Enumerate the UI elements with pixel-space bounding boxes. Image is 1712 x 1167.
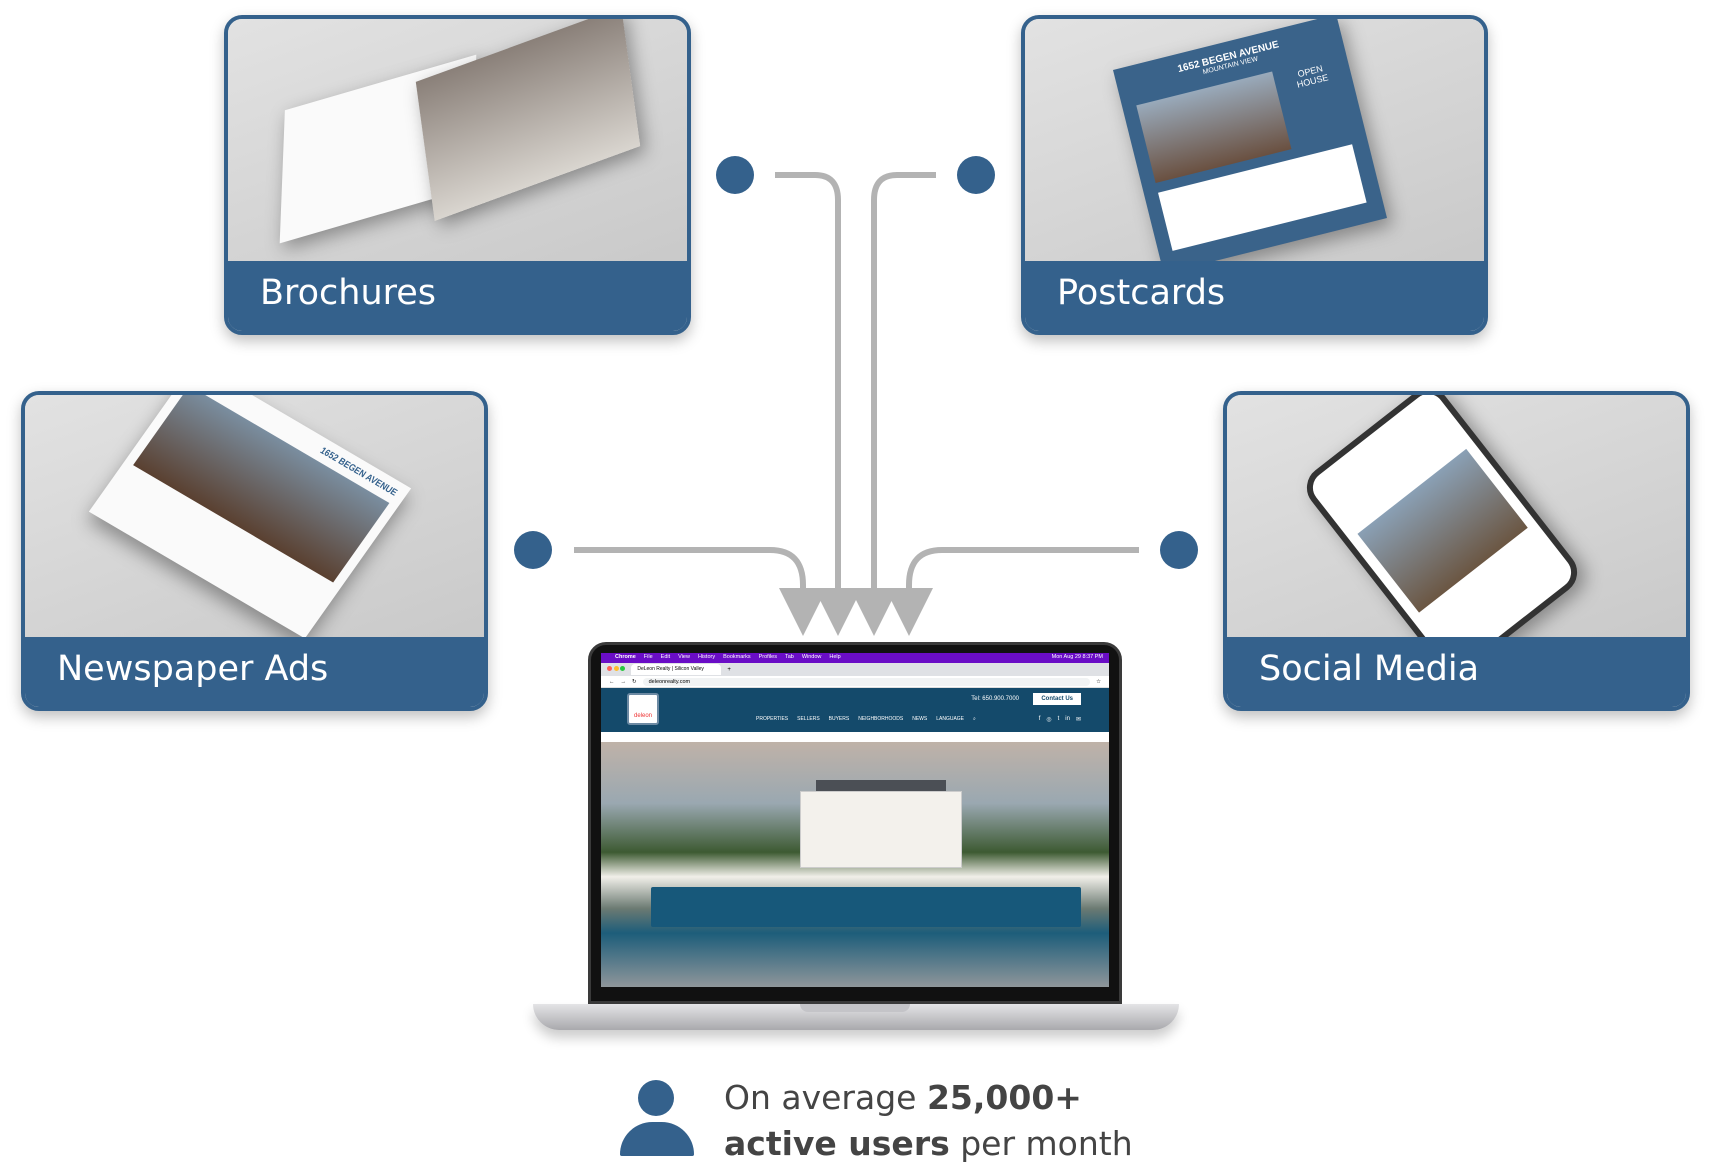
connector-postcards xyxy=(850,172,936,636)
nav-sellers[interactable]: SELLERS xyxy=(797,716,820,722)
menu-item[interactable]: File xyxy=(644,654,653,662)
card-newspaper-ads: 1652 BEGEN AVENUE Newspaper Ads xyxy=(21,391,488,711)
laptop-screen: Chrome File Edit View History Bookmarks … xyxy=(601,653,1109,987)
connector-social xyxy=(885,547,1139,636)
bullet-dot xyxy=(514,531,552,569)
wechat-icon[interactable]: ✉ xyxy=(1076,716,1081,723)
menu-item[interactable]: Bookmarks xyxy=(723,654,751,662)
brochure-image xyxy=(228,19,687,265)
social-links: f ◎ t in ✉ xyxy=(1039,716,1081,723)
back-icon[interactable]: ← xyxy=(609,679,615,685)
nav-buyers[interactable]: BUYERS xyxy=(829,716,850,722)
bullet-dot xyxy=(957,156,995,194)
address-bar: ← → ↻ deleonrealty.com ☆ xyxy=(601,676,1109,688)
stat-bold: active users xyxy=(724,1124,950,1163)
social-phone-image xyxy=(1227,395,1686,681)
linkedin-icon[interactable]: in xyxy=(1065,716,1070,723)
postcard-image: 1652 BEGEN AVENUE MOUNTAIN VIEW OPEN HOU… xyxy=(1025,19,1484,274)
bullet-dot xyxy=(1160,531,1198,569)
connector-newspaper xyxy=(574,547,827,636)
minimize-button[interactable] xyxy=(613,666,619,671)
menu-item[interactable]: View xyxy=(678,654,690,662)
mac-menubar: Chrome File Edit View History Bookmarks … xyxy=(601,653,1109,663)
bullet-dot xyxy=(716,156,754,194)
card-social-media: Social Media xyxy=(1223,391,1690,711)
menu-item[interactable]: Chrome xyxy=(615,654,636,662)
nav-properties[interactable]: PROPERTIES xyxy=(756,716,788,722)
menu-item[interactable]: Help xyxy=(829,654,840,662)
card-label: Social Media xyxy=(1227,637,1686,707)
instagram-icon[interactable]: ◎ xyxy=(1046,716,1051,723)
deleon-logo[interactable]: deleon xyxy=(627,693,659,725)
card-postcards: 1652 BEGEN AVENUE MOUNTAIN VIEW OPEN HOU… xyxy=(1021,15,1488,335)
site-nav: PROPERTIES SELLERS BUYERS NEIGHBORHOODS … xyxy=(756,716,976,722)
site-header: deleon Tel: 650.900.7000 Contact Us PROP… xyxy=(601,688,1109,732)
newspaper-image: 1652 BEGEN AVENUE xyxy=(25,395,484,641)
browser-tabbar: DeLeon Realty | Silicon Valley + xyxy=(601,663,1109,676)
nav-language[interactable]: LANGUAGE xyxy=(936,716,964,722)
forward-icon[interactable]: → xyxy=(621,679,627,685)
connector-brochures xyxy=(775,172,862,636)
laptop-notch xyxy=(800,1004,910,1012)
new-tab-icon[interactable]: + xyxy=(727,667,731,673)
reload-icon[interactable]: ↻ xyxy=(632,679,637,685)
menu-item[interactable]: Profiles xyxy=(759,654,777,662)
card-label: Postcards xyxy=(1025,261,1484,331)
hero-image xyxy=(601,742,1109,987)
card-brochures: Brochures xyxy=(224,15,691,335)
url-input[interactable]: deleonrealty.com xyxy=(642,677,1091,686)
stat-count: 25,000+ xyxy=(926,1078,1082,1117)
postcard-badge: OPEN HOUSE xyxy=(1295,63,1330,90)
card-label: Brochures xyxy=(228,261,687,331)
browser-tab[interactable]: DeLeon Realty | Silicon Valley xyxy=(631,664,722,675)
search-icon[interactable]: ⌕ xyxy=(973,716,976,722)
stat-prefix: On average xyxy=(724,1078,927,1117)
contact-us-button[interactable]: Contact Us xyxy=(1033,693,1081,705)
menu-item[interactable]: Tab xyxy=(785,654,794,662)
active-users-stat: On average 25,000+ active users per mont… xyxy=(724,1075,1133,1167)
card-label: Newspaper Ads xyxy=(25,637,484,707)
laptop: Chrome File Edit View History Bookmarks … xyxy=(588,642,1122,1004)
close-window-button[interactable] xyxy=(607,666,612,671)
menu-item[interactable]: Window xyxy=(802,654,822,662)
menu-item[interactable]: Edit xyxy=(661,654,670,662)
phone-number[interactable]: Tel: 650.900.7000 xyxy=(971,696,1019,702)
menu-item[interactable]: History xyxy=(698,654,715,662)
twitter-icon[interactable]: t xyxy=(1058,716,1060,723)
facebook-icon[interactable]: f xyxy=(1039,716,1041,723)
stat-suffix: per month xyxy=(949,1124,1133,1163)
nav-news[interactable]: NEWS xyxy=(912,716,927,722)
maximize-button[interactable] xyxy=(620,666,626,671)
nav-neighborhoods[interactable]: NEIGHBORHOODS xyxy=(858,716,903,722)
clock: Mon Aug 29 8:37 PM xyxy=(1051,654,1103,660)
bookmark-star-icon[interactable]: ☆ xyxy=(1096,679,1101,685)
